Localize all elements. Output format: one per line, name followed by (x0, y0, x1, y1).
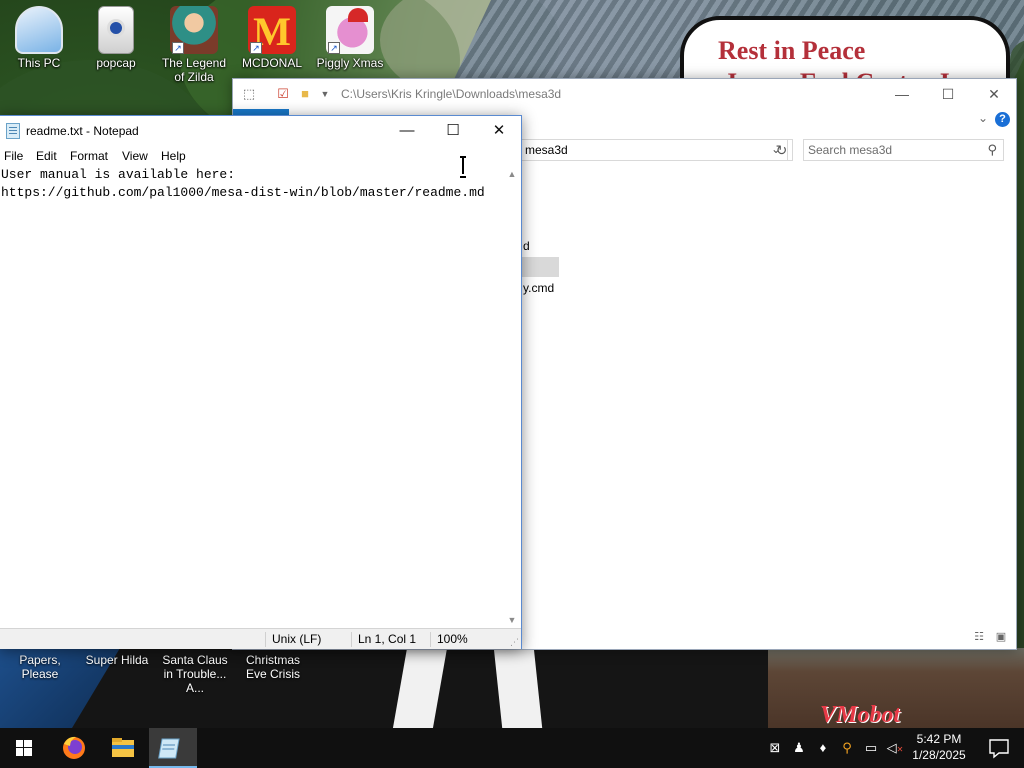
new-folder-qat-icon[interactable]: ■ (297, 86, 313, 102)
explorer-title-path: C:\Users\Kris Kringle\Downloads\mesa3d (341, 87, 562, 101)
volume-muted-icon[interactable]: ◁✕ (886, 739, 904, 757)
security-icon[interactable]: ⊠ (766, 739, 784, 757)
notepad-icon (158, 738, 180, 759)
menu-view[interactable]: View (122, 149, 148, 163)
pig-santa-icon: ↗ (326, 6, 374, 54)
text-line: User manual is available here: (1, 167, 236, 182)
taskbar-notepad[interactable] (149, 728, 197, 768)
details-view-icon[interactable]: ☷ (969, 630, 989, 646)
menu-edit[interactable]: Edit (36, 149, 57, 163)
notepad-titlebar[interactable]: readme.txt - Notepad — ☐ ✕ (0, 116, 521, 146)
notepad-text-area[interactable]: User manual is available here: https://gi… (0, 166, 505, 628)
desktop-icon-popcap[interactable]: popcap (78, 2, 154, 70)
notepad-close-button[interactable]: ✕ (476, 116, 522, 146)
action-center-button[interactable] (978, 728, 1018, 768)
desktop-icon-santa-claus[interactable]: Santa Claus in Trouble... A... (156, 653, 234, 695)
search-box[interactable]: ⚲ (803, 139, 1004, 161)
address-bar-text: mesa3d (525, 143, 568, 157)
desktop-icon-label: popcap (96, 56, 136, 70)
scroll-down-arrow-icon[interactable]: ▼ (504, 612, 520, 628)
start-button[interactable] (0, 728, 48, 768)
sign-text-line1: Rest in Peace (718, 36, 866, 65)
desktop-icon-label: Piggly Xmas (316, 56, 384, 70)
desktop-icon-label: This PC (17, 56, 61, 70)
desktop-icon-label: MCDONAL (241, 56, 302, 70)
explorer-close-button[interactable]: ✕ (971, 79, 1017, 109)
explorer-app-icon: ⬚ (242, 86, 256, 101)
file-list-item[interactable]: y.cmd (521, 278, 554, 298)
notepad-title: readme.txt - Notepad (26, 124, 139, 138)
desktop-icon-mcdonald[interactable]: M ↗ MCDONAL (234, 2, 310, 70)
explorer-maximize-button[interactable]: ☐ (925, 79, 971, 109)
monitor-icon (15, 6, 63, 54)
taskbar-firefox[interactable] (50, 728, 98, 768)
taskbar-clock[interactable]: 5:42 PM 1/28/2025 (906, 731, 972, 763)
desktop-icon-piggly[interactable]: ↗ Piggly Xmas (312, 2, 388, 70)
refresh-button[interactable]: ↻ (771, 139, 793, 161)
taskbar-file-explorer[interactable] (99, 728, 147, 768)
ribbon-expand-icon[interactable]: ⌄ (978, 111, 988, 125)
mouse-ibeam-cursor (460, 156, 466, 178)
file-list-item-selected[interactable] (521, 257, 559, 277)
search-tool-icon[interactable]: ⚲ (838, 739, 856, 757)
windows-start-icon (16, 740, 32, 756)
file-list-item[interactable]: d (521, 236, 530, 256)
notepad-minimize-button[interactable]: — (384, 116, 430, 146)
status-line-ending: Unix (LF) (265, 632, 321, 647)
clock-time: 5:42 PM (916, 732, 962, 746)
scroll-up-arrow-icon[interactable]: ▲ (504, 166, 520, 182)
desktop-icon-label: The Legend of Zilda (161, 56, 227, 84)
shortcut-arrow-icon: ↗ (250, 42, 262, 54)
menu-format[interactable]: Format (70, 149, 108, 163)
large-icons-view-icon[interactable]: ▣ (991, 630, 1011, 646)
status-cursor-position: Ln 1, Col 1 (351, 632, 416, 647)
notification-icon (989, 739, 1009, 759)
resize-grip-icon[interactable]: ⋰ (510, 637, 519, 648)
clock-date: 1/28/2025 (912, 748, 966, 762)
desktop-icon-christmas-eve[interactable]: Christmas Eve Crisis (234, 653, 312, 681)
vertical-scrollbar[interactable]: ▲ ▼ (504, 166, 520, 628)
desktop-icon-papers-please[interactable]: Papers, Please (0, 653, 80, 681)
properties-qat-icon[interactable]: ☑ (275, 86, 291, 102)
notepad-maximize-button[interactable]: ☐ (430, 116, 476, 146)
notepad-status-bar: Unix (LF) Ln 1, Col 1 100% ⋰ (0, 628, 521, 649)
notepad-app-icon (6, 123, 20, 139)
network-icon[interactable]: ▭ (862, 739, 880, 757)
watermark: VMobot (820, 702, 901, 728)
shortcut-arrow-icon: ↗ (172, 42, 184, 54)
explorer-minimize-button[interactable]: — (879, 79, 925, 109)
explorer-titlebar[interactable]: ⬚ ☑ ■ ▼ C:\Users\Kris Kringle\Downloads\… (233, 79, 1016, 109)
desktop-icon-zilda[interactable]: ↗ The Legend of Zilda (156, 2, 232, 84)
desktop-icon-super-hilda[interactable]: Super Hilda (80, 653, 154, 667)
shortcut-arrow-icon: ↗ (328, 42, 340, 54)
address-bar[interactable]: mesa3d ⌄ (518, 139, 788, 161)
menu-file[interactable]: File (4, 149, 23, 163)
notepad-menubar: File Edit Format View Help (0, 146, 521, 166)
qat-dropdown-icon[interactable]: ▼ (317, 86, 333, 102)
mcdonalds-logo-icon: M ↗ (248, 6, 296, 54)
wallpaper-stripe (493, 648, 543, 728)
zelda-game-icon: ↗ (170, 6, 218, 54)
menu-help[interactable]: Help (161, 149, 186, 163)
help-icon[interactable]: ? (995, 112, 1010, 127)
status-zoom: 100% (430, 632, 468, 647)
search-input[interactable] (808, 143, 978, 157)
desktop-icon-this-pc[interactable]: This PC (1, 2, 77, 70)
firefox-icon (63, 736, 85, 759)
drop-icon[interactable]: ♦ (814, 739, 832, 757)
people-icon[interactable]: ♟ (790, 739, 808, 757)
taskbar: ⊠ ♟ ♦ ⚲ ▭ ◁✕ 5:42 PM 1/28/2025 (0, 728, 1024, 768)
popcap-icon (98, 6, 134, 54)
text-line: https://github.com/pal1000/mesa-dist-win… (1, 185, 485, 200)
search-icon[interactable]: ⚲ (987, 142, 997, 158)
notepad-window[interactable]: readme.txt - Notepad — ☐ ✕ File Edit For… (0, 115, 522, 649)
file-explorer-icon (112, 738, 134, 757)
